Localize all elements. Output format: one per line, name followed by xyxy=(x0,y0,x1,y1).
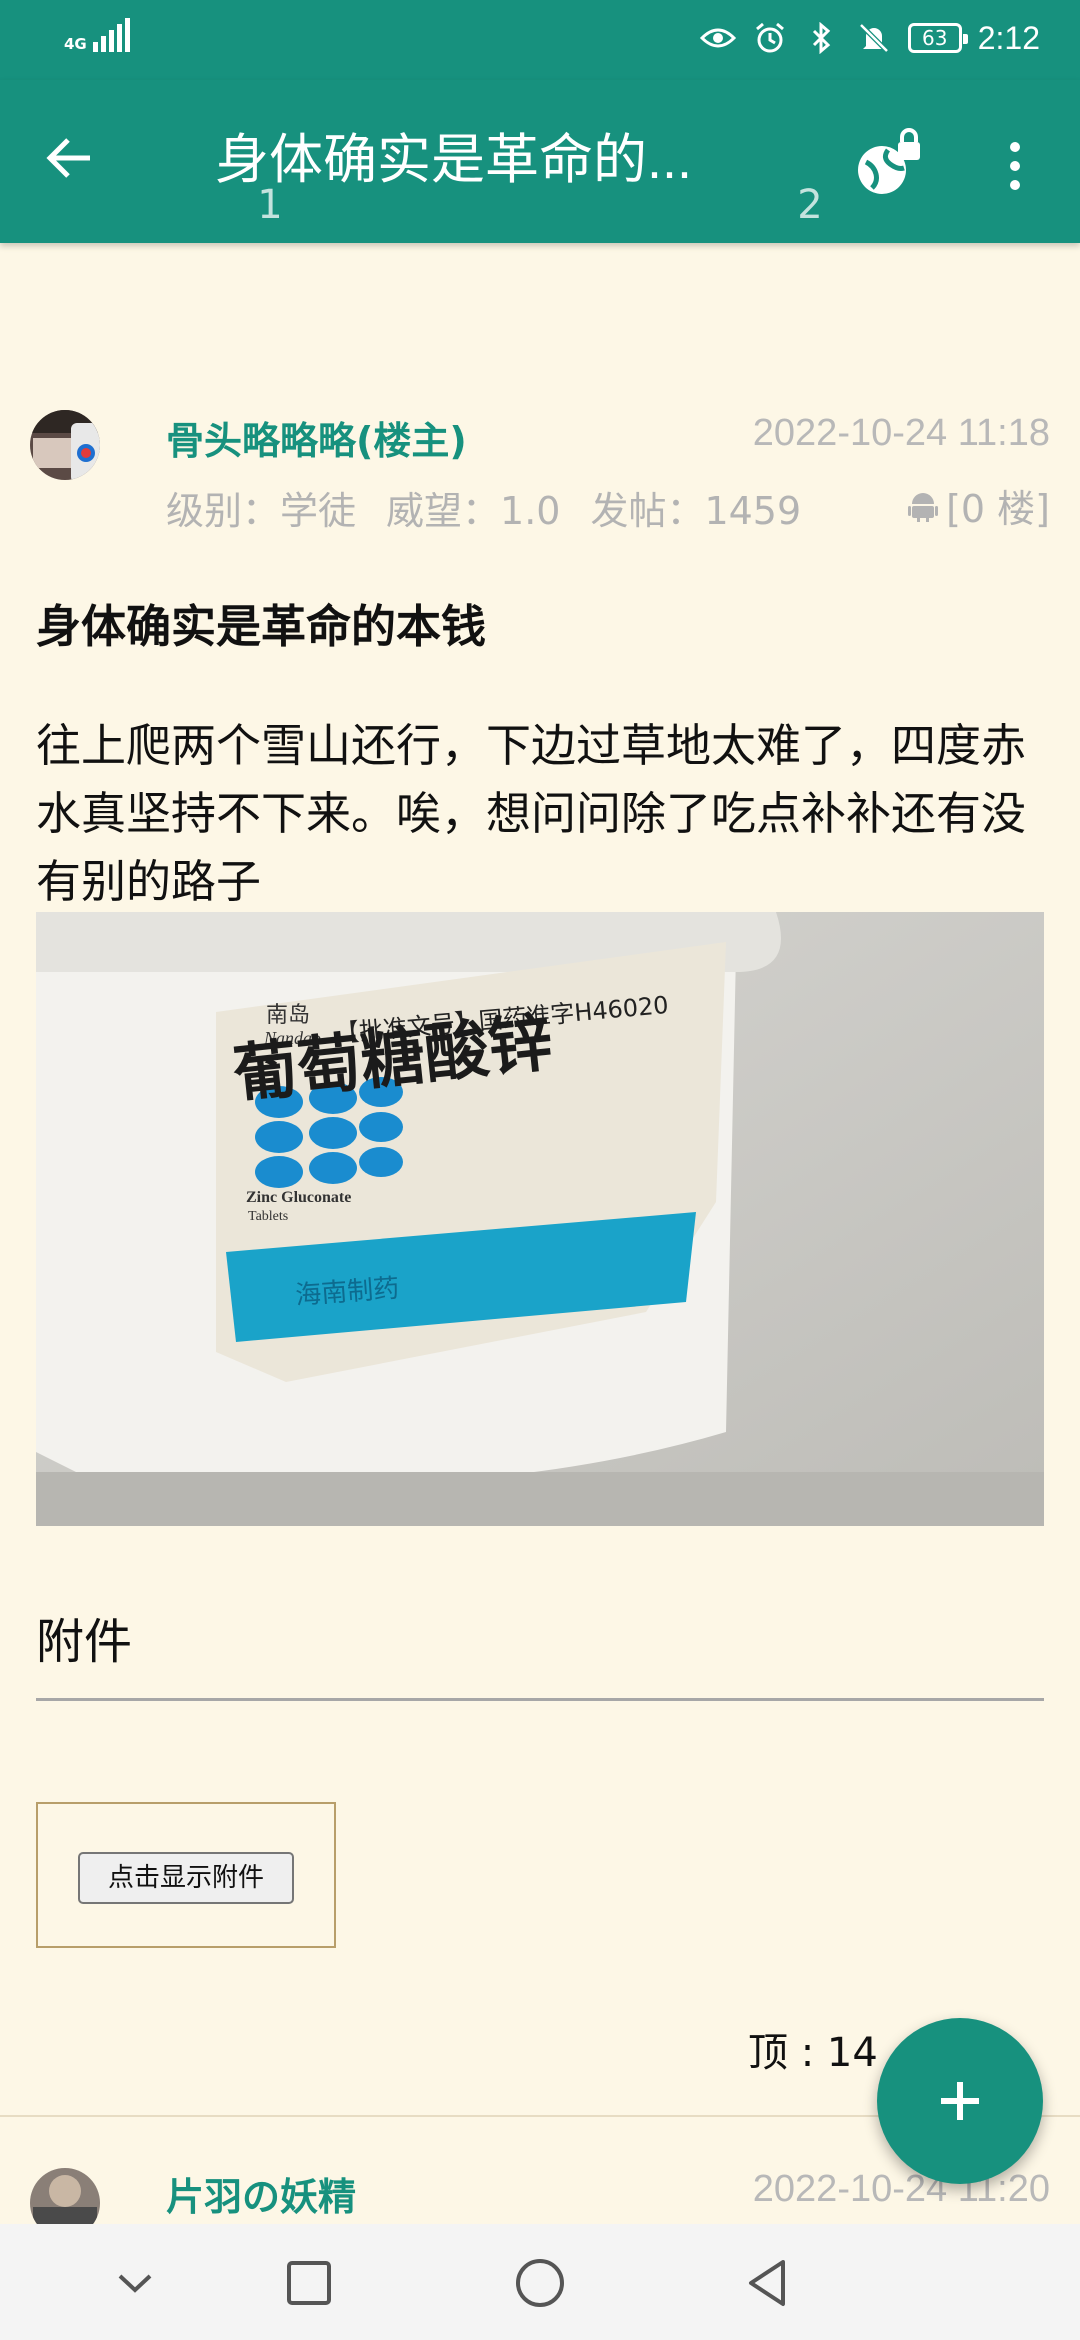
plus-icon xyxy=(941,2082,979,2120)
author-meta: 级别：学徒 威望：1.0 发帖：1459 xyxy=(166,480,831,535)
photo-english-form: Tablets xyxy=(248,1209,288,1224)
author-level: 级别：学徒 xyxy=(166,489,357,533)
recents-icon[interactable] xyxy=(274,2248,344,2318)
page-tabs: 1 2 xyxy=(0,180,1080,243)
signal-icon xyxy=(92,18,130,52)
post-image[interactable]: 南岛 Nandao 【批准文号】国药准字H46020 葡萄糖酸锌 Zinc Gl… xyxy=(36,912,1044,1526)
signal-indicator: 4G xyxy=(64,18,130,52)
bell-mute-icon xyxy=(856,20,892,56)
attachment-label: 附件 xyxy=(36,1614,133,1670)
android-icon xyxy=(908,492,939,522)
home-icon[interactable] xyxy=(505,2248,575,2318)
status-bar: 4G 63 2:12 xyxy=(0,0,1080,80)
floor-label: [0 楼] xyxy=(908,478,1050,533)
show-attachment-button[interactable]: 点击显示附件 xyxy=(78,1852,294,1904)
attachment-box: 点击显示附件 xyxy=(36,1802,336,1948)
author-name[interactable]: 骨头略略略(楼主) xyxy=(166,410,467,465)
alarm-icon xyxy=(752,20,788,56)
reply-author-name[interactable]: 片羽の妖精 xyxy=(166,2166,356,2221)
back-icon[interactable] xyxy=(733,2248,803,2318)
battery-level: 63 xyxy=(921,26,948,50)
photo-brand: 南岛 xyxy=(266,1002,310,1027)
post-date: 2022-10-24 11:18 xyxy=(752,412,1050,454)
add-reply-button[interactable] xyxy=(877,2018,1043,2184)
floor-number: [0 楼] xyxy=(946,487,1050,531)
system-nav-bar xyxy=(0,2224,1080,2340)
eye-icon xyxy=(699,20,736,56)
nav-down-icon[interactable] xyxy=(100,2248,170,2318)
avatar[interactable] xyxy=(30,410,100,480)
author-post-count: 发帖：1459 xyxy=(590,489,802,533)
photo-english-name: Zinc Gluconate xyxy=(246,1189,351,1206)
post-title: 身体确实是革命的本钱 xyxy=(36,600,487,653)
app-bar: 身体确实是革命的... 1 2 xyxy=(0,80,1080,243)
post-body: 往上爬两个雪山还行，下边过草地太难了，四度赤水真坚持不下来。唉，想问问除了吃点补… xyxy=(36,719,1027,908)
battery-icon: 63 xyxy=(907,23,968,53)
tab-page-2[interactable]: 2 xyxy=(540,180,1080,243)
attachment-divider xyxy=(36,1698,1044,1701)
clock: 2:12 xyxy=(977,19,1040,56)
back-arrow-icon xyxy=(46,138,90,178)
tab-page-1[interactable]: 1 xyxy=(0,180,540,243)
bluetooth-icon xyxy=(804,20,840,56)
network-type: 4G xyxy=(64,35,87,53)
author-prestige: 威望：1.0 xyxy=(386,489,561,533)
like-count[interactable]: 顶 : 14 xyxy=(748,2020,878,2078)
